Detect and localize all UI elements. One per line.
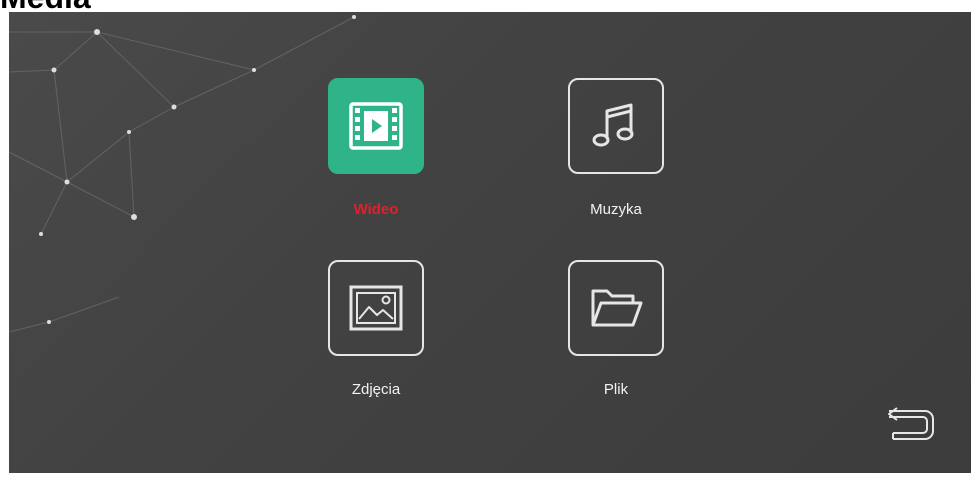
tile-video-label: Wideo [353, 201, 399, 218]
tile-music-label: Muzyka [590, 201, 642, 218]
video-icon [349, 102, 403, 150]
background-network-pattern [9, 15, 356, 333]
picture-icon [349, 285, 403, 331]
tile-files[interactable] [568, 260, 664, 356]
tile-music[interactable] [568, 78, 664, 174]
page: Media [0, 0, 974, 477]
return-arrow-icon [888, 407, 934, 440]
folder-icon [591, 289, 643, 327]
music-note-icon [592, 103, 634, 147]
tile-files-label: Plik [603, 381, 629, 398]
back-button[interactable] [879, 398, 939, 446]
page-title: Media [0, 0, 91, 13]
tile-pictures-label: Zdjęcia [351, 381, 401, 398]
tile-video[interactable] [328, 78, 424, 174]
media-screen: Wideo Muzyka Zdjęcia Plik [9, 12, 971, 473]
tile-pictures[interactable] [328, 260, 424, 356]
